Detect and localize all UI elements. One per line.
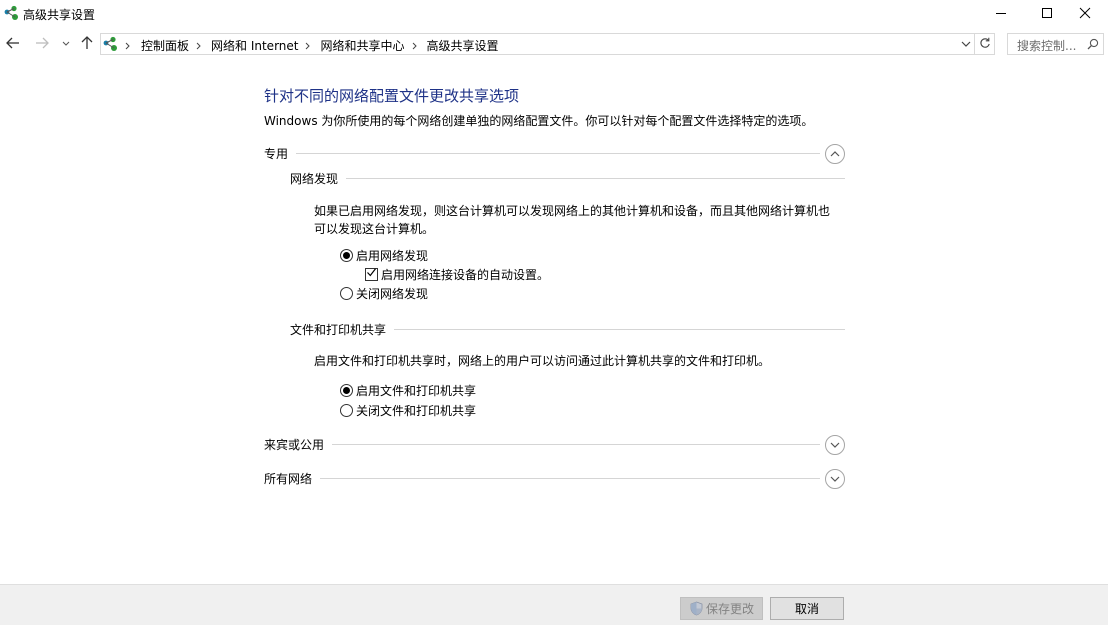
chevron-right-icon[interactable] (125, 42, 131, 50)
chevron-right-icon[interactable] (196, 42, 202, 50)
navigation-bar: 控制面板 网络和 Internet 网络和共享中心 高级共享设置 搜索控制... (0, 31, 1108, 59)
divider (320, 477, 820, 479)
breadcrumb-network-sharing-center[interactable]: 网络和共享中心 (320, 37, 404, 54)
breadcrumb-network-internet[interactable]: 网络和 Internet (211, 37, 298, 54)
section-all-networks-label: 所有网络 (264, 471, 313, 486)
checkbox[interactable] (365, 267, 378, 281)
main-content: 针对不同的网络配置文件更改共享选项 Windows 为你所使用的每个网络创建单独… (0, 60, 1108, 584)
page-title: 针对不同的网络配置文件更改共享选项 (264, 87, 520, 105)
option-label: 启用文件和打印机共享 (356, 383, 477, 398)
arrow-right-icon (35, 36, 49, 53)
refresh-button[interactable] (975, 33, 995, 55)
back-button[interactable] (4, 35, 22, 53)
network-discovery-text-line-1: 如果已启用网络发现，则这台计算机可以发现网络上的其他计算机和设备，而且其他网络计… (314, 204, 831, 218)
window-title: 高级共享设置 (23, 8, 96, 22)
chevron-right-icon[interactable] (412, 42, 418, 50)
minimize-button[interactable] (978, 0, 1024, 26)
breadcrumb: 控制面板 网络和 Internet 网络和共享中心 高级共享设置 (123, 37, 499, 54)
save-changes-label: 保存更改 (705, 602, 754, 616)
search-placeholder: 搜索控制... (1017, 39, 1077, 53)
chevron-up-icon (830, 147, 840, 161)
network-sharing-icon (4, 5, 20, 21)
address-bar[interactable]: 控制面板 网络和 Internet 网络和共享中心 高级共享设置 (100, 33, 975, 55)
close-button[interactable] (1062, 0, 1108, 26)
radio-button[interactable] (340, 383, 353, 397)
address-dropdown-button[interactable] (959, 37, 973, 51)
shield-icon (689, 601, 704, 616)
option-label: 关闭文件和打印机共享 (356, 403, 477, 418)
up-button[interactable] (78, 35, 96, 53)
arrow-left-icon (6, 36, 20, 53)
breadcrumb-control-panel[interactable]: 控制面板 (141, 37, 189, 54)
collapse-private-button[interactable] (825, 144, 845, 164)
divider (296, 152, 820, 154)
search-box[interactable]: 搜索控制... (1007, 33, 1104, 55)
expand-guest-public-button[interactable] (825, 435, 845, 455)
cancel-button[interactable]: 取消 (770, 597, 844, 620)
chevron-right-icon[interactable] (305, 42, 311, 50)
network-discovery-header: 网络发现 (290, 170, 845, 186)
option-auto-setup-devices[interactable]: 启用网络连接设备的自动设置。 (365, 266, 549, 282)
footer-bar: 保存更改 取消 (0, 584, 1108, 625)
advanced-sharing-window: 高级共享设置 控制面板 网络和 Internet 网络和共享中心 高级共享设置 … (0, 0, 1108, 625)
checkmark-icon (366, 267, 377, 281)
section-guest-public-label: 来宾或公用 (264, 437, 325, 452)
option-enable-file-printer-sharing[interactable]: 启用文件和打印机共享 (340, 382, 476, 398)
expand-all-networks-button[interactable] (825, 469, 845, 489)
breadcrumb-advanced-sharing[interactable]: 高级共享设置 (427, 37, 499, 54)
section-private-label: 专用 (264, 146, 289, 161)
network-discovery-label: 网络发现 (290, 171, 339, 186)
option-label: 启用网络连接设备的自动设置。 (381, 267, 550, 282)
radio-button[interactable] (340, 403, 353, 417)
option-label: 启用网络发现 (356, 248, 429, 263)
recent-locations-button[interactable] (59, 35, 73, 53)
section-private-header[interactable]: 专用 (264, 143, 820, 163)
chevron-down-icon (830, 438, 840, 452)
chevron-down-icon (961, 37, 971, 51)
option-label: 关闭网络发现 (356, 286, 429, 301)
arrow-up-icon (80, 35, 94, 53)
cancel-label: 取消 (794, 602, 819, 616)
option-disable-network-discovery[interactable]: 关闭网络发现 (340, 285, 428, 301)
title-bar: 高级共享设置 (0, 0, 1108, 30)
network-sharing-icon (103, 36, 119, 52)
page-description: Windows 为你所使用的每个网络创建单独的网络配置文件。你可以针对每个配置文… (264, 114, 814, 128)
save-changes-button[interactable]: 保存更改 (680, 597, 763, 620)
divider (346, 177, 845, 179)
radio-button[interactable] (340, 286, 353, 300)
option-disable-file-printer-sharing[interactable]: 关闭文件和打印机共享 (340, 402, 476, 418)
section-guest-public-header[interactable]: 来宾或公用 (264, 434, 820, 454)
divider (332, 443, 820, 445)
section-all-networks-header[interactable]: 所有网络 (264, 468, 820, 488)
forward-button[interactable] (33, 35, 51, 53)
network-discovery-text-line-2: 可以发现这台计算机。 (314, 222, 435, 236)
refresh-icon (979, 37, 991, 52)
network-discovery-description: 如果已启用网络发现，则这台计算机可以发现网络上的其他计算机和设备，而且其他网络计… (314, 202, 854, 238)
file-printer-sharing-label: 文件和打印机共享 (290, 322, 387, 337)
radio-button[interactable] (340, 248, 353, 262)
chevron-down-icon (830, 472, 840, 486)
file-printer-sharing-header: 文件和打印机共享 (290, 321, 845, 337)
file-printer-sharing-description: 启用文件和打印机共享时，网络上的用户可以访问通过此计算机共享的文件和打印机。 (314, 354, 771, 368)
option-enable-network-discovery[interactable]: 启用网络发现 (340, 247, 428, 263)
chevron-down-icon (62, 37, 70, 51)
search-icon[interactable] (1087, 38, 1099, 53)
divider (394, 328, 845, 330)
